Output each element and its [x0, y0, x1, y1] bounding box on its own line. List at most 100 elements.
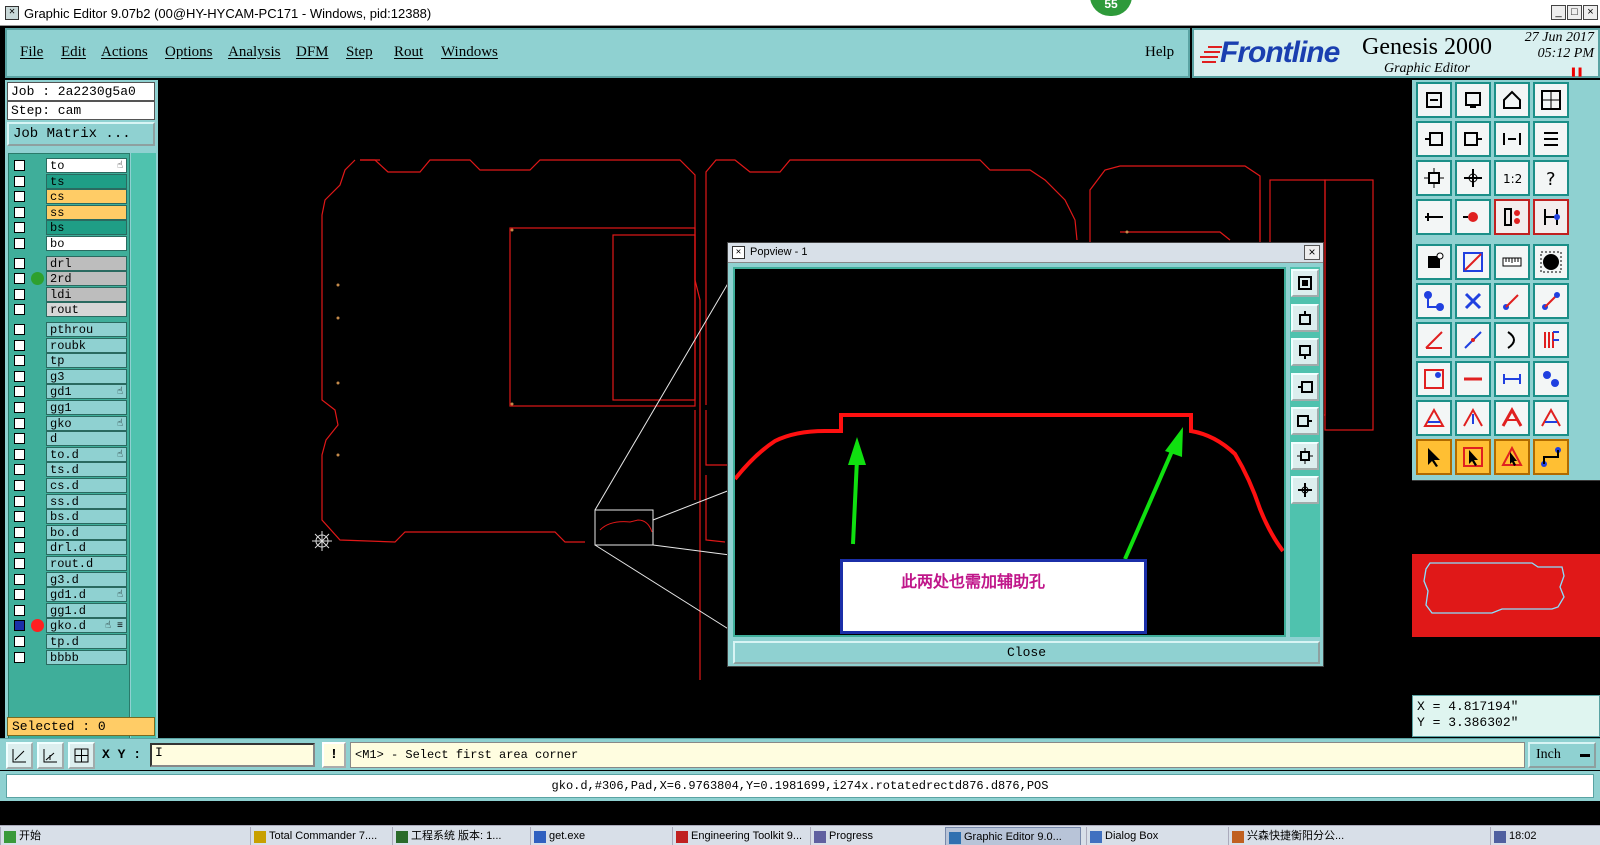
- layer-checkbox[interactable]: [14, 604, 25, 616]
- layer-checkbox[interactable]: [14, 573, 25, 585]
- layer-checkbox[interactable]: [14, 589, 25, 601]
- layer-name[interactable]: gd1.d ☝: [46, 587, 127, 603]
- layer-name[interactable]: ss: [46, 204, 127, 220]
- taskbar-item[interactable]: Engineering Toolkit 9...: [672, 827, 806, 845]
- select-poly-button[interactable]: [1494, 439, 1530, 475]
- layer-list-scrollbar[interactable]: [131, 153, 156, 751]
- ratio-button[interactable]: 1:2: [1494, 160, 1530, 196]
- layer-row-gd1[interactable]: gd1 ☝: [9, 384, 127, 400]
- layer-checkbox[interactable]: [14, 402, 25, 413]
- layer-row-cs[interactable]: cs: [9, 189, 127, 205]
- layer-name[interactable]: gg1.d: [46, 602, 127, 618]
- menu-actions[interactable]: Actions: [101, 44, 148, 61]
- line-red-button[interactable]: [1455, 244, 1491, 280]
- snap-grid-button[interactable]: [6, 742, 33, 769]
- layer-checkbox[interactable]: [14, 511, 25, 523]
- layer-name[interactable]: to ☝: [46, 158, 127, 173]
- add-arc-button[interactable]: [1533, 283, 1569, 319]
- swap-button[interactable]: [1494, 121, 1530, 157]
- layer-row-gko[interactable]: gko ☝: [9, 415, 127, 431]
- layer-name[interactable]: 2rd: [46, 271, 127, 287]
- taskbar-item[interactable]: 工程系统 版本: 1...: [392, 827, 526, 845]
- taskbar-item[interactable]: 开始: [0, 827, 55, 845]
- layer-name[interactable]: drl.d: [46, 540, 127, 556]
- layer-checkbox[interactable]: [14, 464, 25, 476]
- taskbar-item[interactable]: Total Commander 7....: [250, 827, 388, 845]
- layer-name[interactable]: tp: [46, 353, 127, 369]
- job-matrix-button[interactable]: Job Matrix ...: [7, 122, 155, 146]
- triangle-up-button[interactable]: [1455, 400, 1491, 436]
- layer-name[interactable]: gko.d ☝ ≡: [46, 618, 127, 634]
- layer-row-to[interactable]: to ☝: [9, 158, 127, 173]
- layer-name[interactable]: gg1: [46, 400, 127, 415]
- layer-row-gg1.d[interactable]: gg1.d: [9, 602, 127, 618]
- menu-windows[interactable]: Windows: [441, 44, 498, 61]
- measure-button[interactable]: [1416, 199, 1452, 235]
- triangle-button[interactable]: [1416, 400, 1452, 436]
- layer-name[interactable]: bo: [46, 236, 127, 251]
- layer-checkbox[interactable]: [14, 651, 25, 663]
- layer-name[interactable]: ts.d: [46, 462, 127, 478]
- layer-checkbox[interactable]: [14, 526, 25, 538]
- layer-checkbox[interactable]: [14, 222, 25, 234]
- layer-name[interactable]: roubk: [46, 337, 127, 353]
- layer-row-roubk[interactable]: roubk: [9, 337, 127, 353]
- layer-row-bs.d[interactable]: bs.d: [9, 509, 127, 525]
- layer-name[interactable]: rout.d: [46, 556, 127, 571]
- expand-button[interactable]: [1416, 160, 1452, 196]
- redline-button[interactable]: [1455, 199, 1491, 235]
- layer-row-ts.d[interactable]: ts.d: [9, 462, 127, 478]
- layer-name[interactable]: cs: [46, 189, 127, 205]
- layer-name[interactable]: pthrou: [46, 322, 127, 337]
- overview-map[interactable]: [1412, 480, 1600, 692]
- layer-checkbox[interactable]: [14, 558, 25, 569]
- layer-row-2rd[interactable]: 2rd: [9, 271, 127, 287]
- layer-name[interactable]: rout: [46, 302, 127, 318]
- layer-checkbox[interactable]: [14, 324, 25, 335]
- layer-name[interactable]: cs.d: [46, 478, 127, 493]
- pv-up-button[interactable]: [1291, 303, 1319, 332]
- pv-left-button[interactable]: [1291, 372, 1319, 401]
- layer-red-button[interactable]: [1494, 199, 1530, 235]
- layer-checkbox[interactable]: [14, 175, 25, 187]
- popview-close-x-button[interactable]: ×: [1304, 245, 1320, 260]
- layer-display-dot[interactable]: [31, 272, 44, 286]
- point-button[interactable]: [1416, 361, 1452, 397]
- pan-right-button[interactable]: [1455, 121, 1491, 157]
- select-button[interactable]: [1416, 439, 1452, 475]
- select-net-button[interactable]: [1533, 439, 1569, 475]
- layer-name[interactable]: d: [46, 431, 127, 447]
- taskbar-item[interactable]: 18:02: [1490, 827, 1600, 845]
- layer-row-g3[interactable]: g3: [9, 368, 127, 384]
- layer-row-cs.d[interactable]: cs.d: [9, 478, 127, 493]
- layer-row-pthrou[interactable]: pthrou: [9, 322, 127, 337]
- layer-checkbox[interactable]: [14, 495, 25, 507]
- layer-checkbox[interactable]: [14, 480, 25, 491]
- question-button[interactable]: ?: [1533, 160, 1569, 196]
- home-button[interactable]: [1494, 82, 1530, 118]
- layer-checkbox[interactable]: [14, 304, 25, 316]
- layer-checkbox[interactable]: [14, 273, 25, 285]
- layer-row-ss.d[interactable]: ss.d: [9, 493, 127, 509]
- layer-name[interactable]: gd1 ☝: [46, 384, 127, 400]
- pv-zoom-button[interactable]: [1291, 269, 1319, 297]
- select-box-button[interactable]: [1455, 439, 1491, 475]
- layer-checkbox[interactable]: [14, 191, 25, 203]
- layer-name[interactable]: ts: [46, 173, 127, 189]
- snap-center-button[interactable]: [68, 742, 95, 769]
- pv-down-button[interactable]: [1291, 338, 1319, 366]
- connect-button[interactable]: [1416, 283, 1452, 319]
- layer-checkbox[interactable]: [14, 257, 25, 269]
- layer-checkbox[interactable]: [14, 620, 25, 632]
- taskbar-item[interactable]: Progress: [810, 827, 940, 845]
- layer-name[interactable]: bs: [46, 220, 127, 236]
- pad-button[interactable]: [1416, 244, 1452, 280]
- menu-edit[interactable]: Edit: [61, 44, 86, 61]
- layer-checkbox[interactable]: [14, 206, 25, 218]
- angle-button[interactable]: [1416, 322, 1452, 358]
- layer-row-ts[interactable]: ts: [9, 173, 127, 189]
- layer-row-tp.d[interactable]: tp.d: [9, 634, 127, 649]
- dim-button[interactable]: [1494, 361, 1530, 397]
- add-line-button[interactable]: [1494, 283, 1530, 319]
- layer-row-ss[interactable]: ss: [9, 204, 127, 220]
